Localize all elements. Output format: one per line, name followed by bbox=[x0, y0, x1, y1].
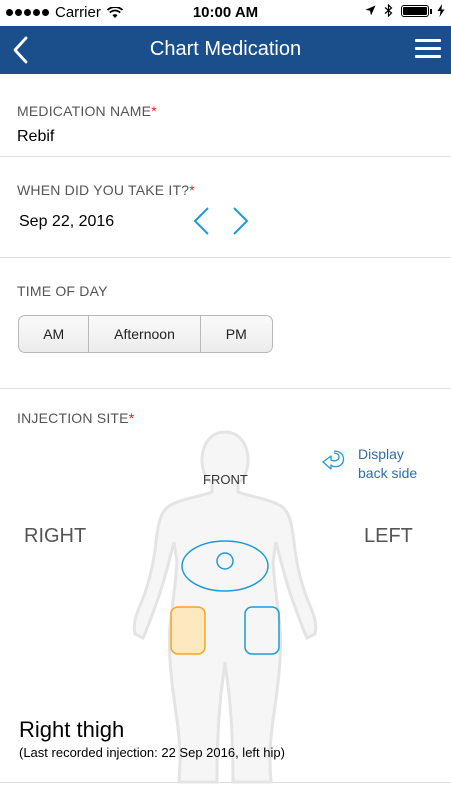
battery-level bbox=[403, 6, 427, 15]
right-side-label: RIGHT bbox=[24, 525, 87, 547]
segment-afternoon[interactable]: Afternoon bbox=[89, 316, 201, 352]
time-of-day-segmented-control: AM Afternoon PM bbox=[18, 315, 273, 353]
chevron-left-icon bbox=[193, 207, 209, 235]
rotate-icon bbox=[322, 450, 345, 470]
display-back-side-button[interactable] bbox=[318, 447, 350, 479]
segment-pm[interactable]: PM bbox=[201, 316, 272, 352]
location-icon bbox=[365, 5, 376, 16]
selected-site-title: Right thigh bbox=[19, 717, 125, 742]
status-bar: Carrier 10:00 AM bbox=[0, 0, 451, 26]
previous-date-button[interactable] bbox=[190, 205, 214, 237]
last-injection-text: (Last recorded injection: 22 Sep 2016, l… bbox=[19, 745, 285, 760]
charging-icon bbox=[437, 4, 445, 17]
segment-am[interactable]: AM bbox=[19, 316, 90, 352]
medication-section: MEDICATION NAME* Rebif bbox=[0, 74, 451, 157]
right-thigh-site[interactable] bbox=[170, 606, 206, 655]
nav-bar: Chart Medication bbox=[0, 26, 451, 74]
menu-button[interactable] bbox=[415, 39, 441, 59]
chevron-right-icon bbox=[233, 207, 249, 235]
page-title: Chart Medication bbox=[149, 38, 302, 60]
view-label: FRONT bbox=[203, 472, 248, 487]
left-side-label: LEFT bbox=[364, 525, 413, 547]
bluetooth-icon bbox=[384, 4, 393, 17]
medication-label: MEDICATION NAME* bbox=[17, 103, 157, 119]
next-date-button[interactable] bbox=[228, 205, 252, 237]
injection-site-label: INJECTION SITE* bbox=[17, 410, 135, 426]
time-of-day-label: TIME OF DAY bbox=[17, 283, 108, 299]
date-label: WHEN DID YOU TAKE IT?* bbox=[17, 182, 195, 198]
status-icons bbox=[365, 4, 445, 17]
display-back-side-link[interactable]: Display back side bbox=[358, 445, 417, 483]
hamburger-menu-icon bbox=[415, 39, 441, 42]
battery-icon bbox=[401, 4, 432, 17]
date-section: WHEN DID YOU TAKE IT?* Sep 22, 2016 bbox=[0, 157, 451, 258]
medication-name-field[interactable]: Rebif bbox=[17, 128, 54, 146]
date-value[interactable]: Sep 22, 2016 bbox=[19, 213, 114, 231]
